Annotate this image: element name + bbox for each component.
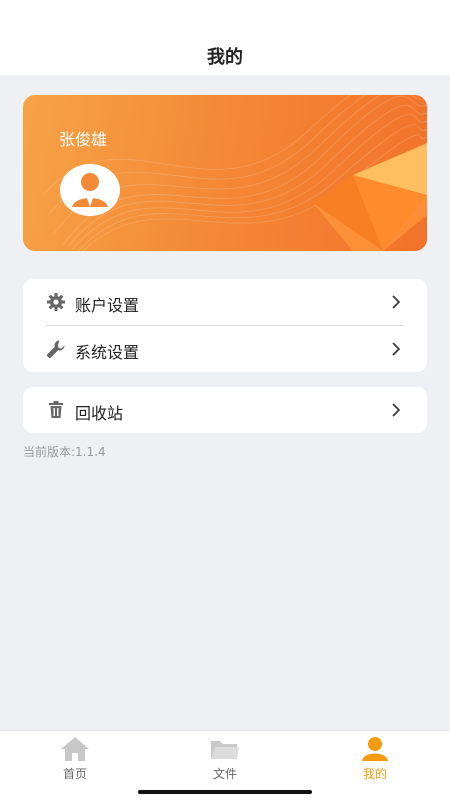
person-icon	[362, 737, 388, 761]
version-text: 当前版本:1.1.4	[23, 445, 106, 459]
gear-icon	[47, 293, 65, 311]
home-icon	[61, 737, 89, 761]
tab-label: 首页	[62, 767, 87, 781]
chevron-right-icon	[392, 342, 401, 356]
username: 张俊雄	[59, 130, 108, 149]
profile-card[interactable]: 张俊雄	[23, 95, 427, 251]
menu-item-label: 回收站	[75, 404, 124, 423]
chevron-right-icon	[392, 295, 401, 309]
settings-group: 账户设置 系统设置	[23, 279, 427, 372]
tab-home[interactable]: 首页	[0, 731, 150, 800]
profile-screen: 我的 张俊雄 账户设置 系统设置 回收站 当前版本:1.1.4 首页 文件 我的	[0, 0, 450, 800]
trash-icon	[49, 401, 63, 418]
page-title: 我的	[207, 47, 243, 68]
menu-item-label: 系统设置	[75, 343, 140, 362]
tab-label: 文件	[212, 767, 237, 781]
menu-item-system-settings[interactable]: 系统设置	[23, 326, 427, 372]
trash-group: 回收站	[23, 387, 427, 433]
tab-label: 我的	[362, 767, 387, 781]
menu-item-account-settings[interactable]: 账户设置	[23, 279, 427, 325]
wrench-icon	[47, 340, 65, 358]
header: 我的	[0, 0, 450, 75]
chevron-right-icon	[392, 403, 401, 417]
tab-mine[interactable]: 我的	[300, 731, 450, 800]
user-avatar-icon[interactable]	[59, 163, 121, 217]
menu-item-label: 账户设置	[75, 296, 140, 315]
menu-item-recycle-bin[interactable]: 回收站	[23, 387, 427, 433]
home-indicator	[138, 790, 312, 794]
folder-icon	[211, 741, 239, 759]
